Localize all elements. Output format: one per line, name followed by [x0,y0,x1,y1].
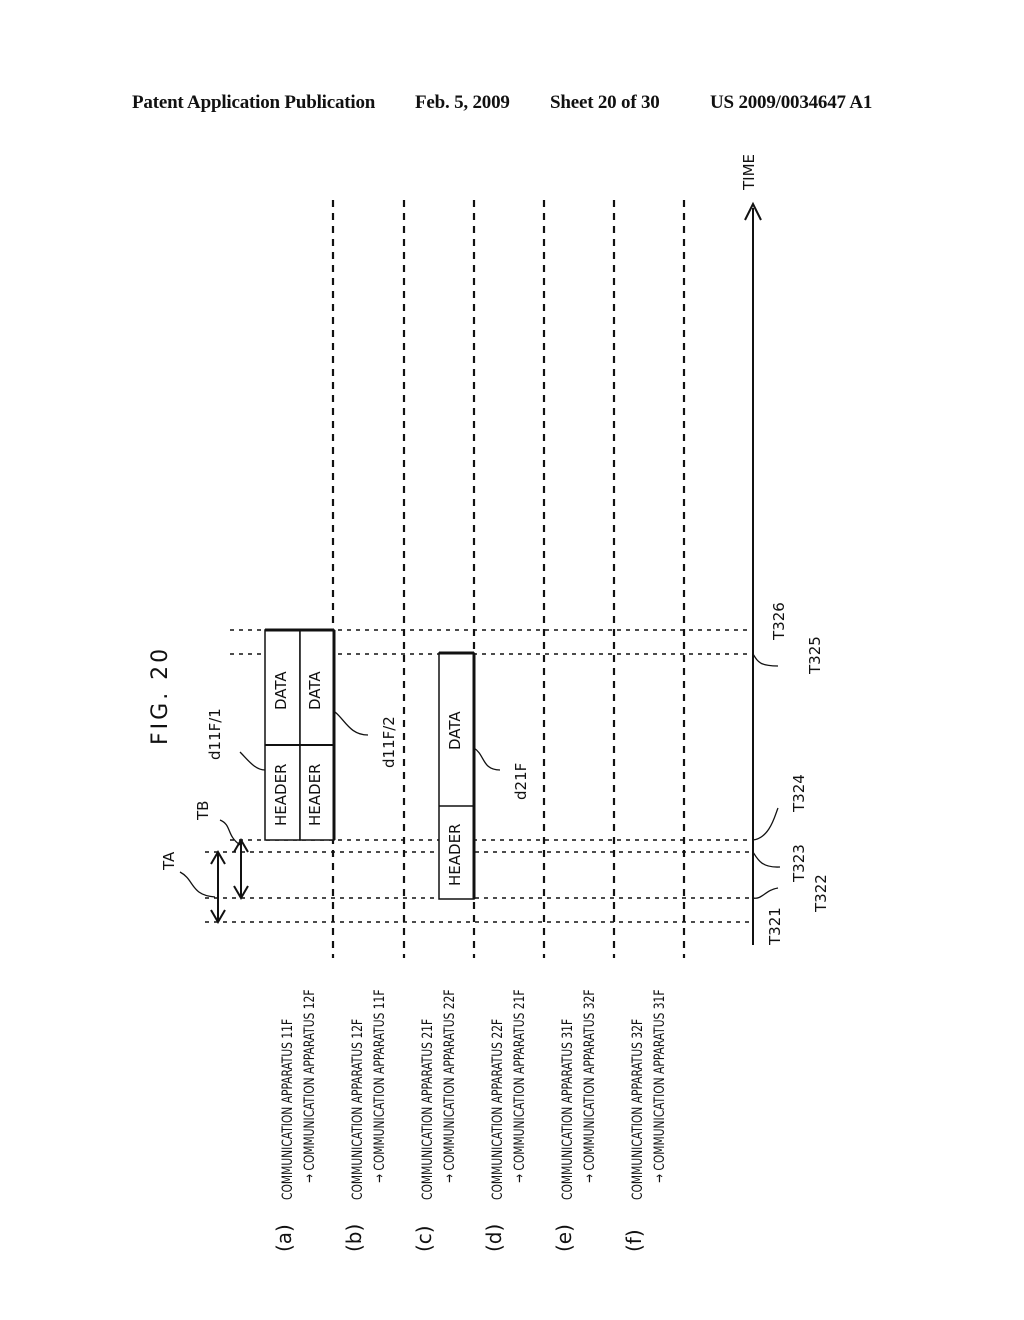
frame-d11F-2-header: HEADER [306,763,324,826]
frame-ref-d11F-2: d11F/2 [380,716,398,768]
row-f-to: → COMMUNICATION APPARATUS 31F [652,989,668,1183]
row-b-from: COMMUNICATION APPARATUS 12F [350,1018,366,1200]
tb-label: TB [194,800,212,820]
row-c-to: → COMMUNICATION APPARATUS 22F [442,989,458,1183]
time-label-t322: T322 [812,874,830,912]
leader-ta [179,871,216,898]
row-a-from: COMMUNICATION APPARATUS 11F [280,1018,296,1200]
row-e-letter: (e) [552,1224,576,1252]
frame-d21F-header: HEADER [446,823,464,886]
row-d-from: COMMUNICATION APPARATUS 22F [490,1018,506,1200]
time-axis-label: TIME [740,153,758,190]
row-f-letter: (f) [622,1229,646,1252]
row-b-letter: (b) [342,1223,366,1252]
lane-lines [331,200,686,958]
figure-title: FIG. 20 [148,645,173,745]
ta-label: TA [160,851,178,870]
ta-interval-arrow [210,850,226,924]
time-label-t325: T325 [806,636,824,674]
row-f-from: COMMUNICATION APPARATUS 32F [630,1018,646,1200]
leader-d11F-1 [239,751,266,771]
leader-t322 [752,887,779,899]
row-d-letter: (d) [482,1223,506,1252]
frame-ref-d21F: d21F [512,762,530,800]
row-a-to: → COMMUNICATION APPARATUS 12F [302,989,318,1183]
row-e-from: COMMUNICATION APPARATUS 31F [560,1018,576,1200]
leader-t324 [752,807,779,841]
row-a-letter: (a) [272,1224,296,1252]
leader-d21F [473,747,501,771]
row-d-to: → COMMUNICATION APPARATUS 21F [512,989,528,1183]
row-e-to: → COMMUNICATION APPARATUS 32F [582,989,598,1183]
frame-d11F-1-header: HEADER [272,763,290,826]
leader-d11F-2 [334,711,369,736]
time-label-t326: T326 [770,602,788,640]
time-label-t323: T323 [790,844,808,882]
time-label-t324: T324 [790,774,808,812]
row-c-from: COMMUNICATION APPARATUS 21F [420,1018,436,1200]
frame-d11F-2-data: DATA [306,671,324,710]
tb-interval-arrow [233,838,249,900]
leader-t323 [752,851,781,868]
time-label-t321: T321 [766,907,784,945]
row-b-to: → COMMUNICATION APPARATUS 11F [372,989,388,1183]
frame-d11F-1-data: DATA [272,671,290,710]
leader-t325 [752,653,779,667]
frame-ref-d11F-1: d11F/1 [206,708,224,760]
frame-d21F-data: DATA [446,711,464,750]
row-c-letter: (c) [412,1225,436,1252]
leader-tb [219,819,241,846]
